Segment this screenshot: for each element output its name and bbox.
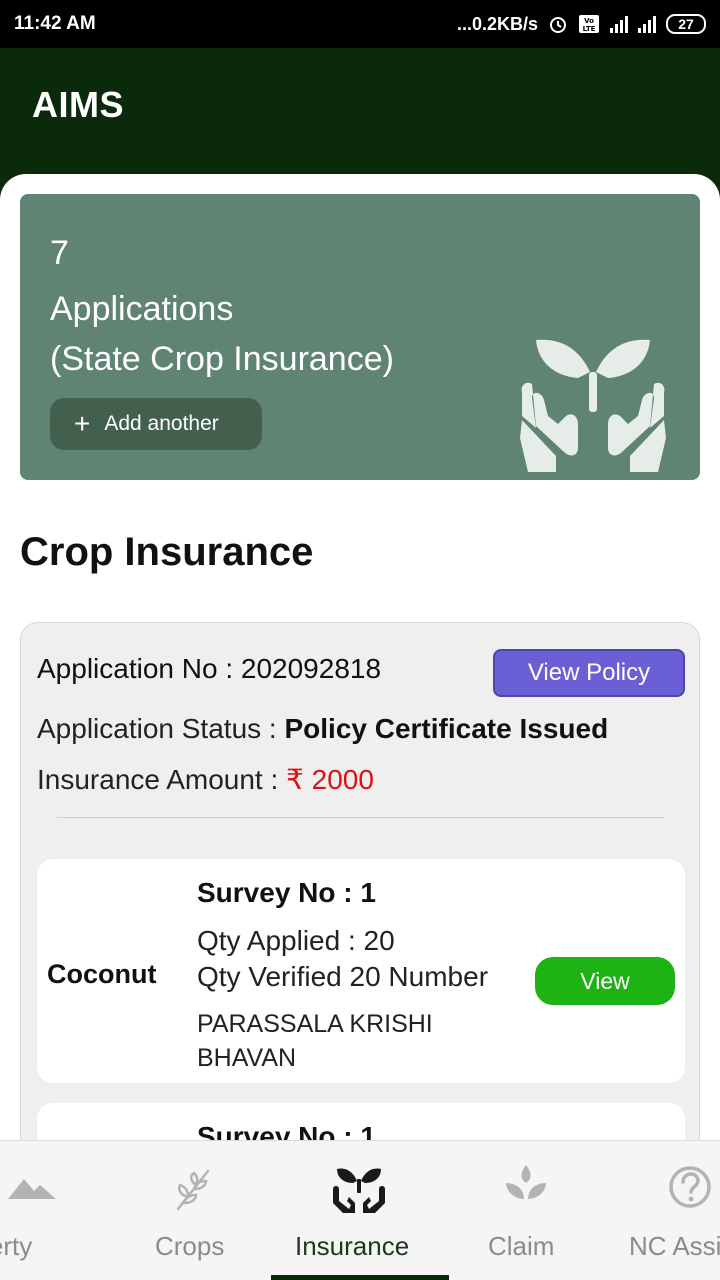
- volte-icon: Vo LTE: [578, 14, 600, 34]
- status-time: 11:42 AM: [14, 13, 96, 34]
- mountain-icon: [8, 1179, 56, 1199]
- insurance-amount: Insurance Amount : ₹ 2000: [37, 763, 374, 796]
- applications-title-line2: (State Crop Insurance): [50, 340, 394, 378]
- status-icons: ...0.2KB/s Vo LTE 27: [457, 14, 706, 35]
- add-another-label: Add another: [104, 412, 219, 435]
- qty-verified: Qty Verified 20 Number: [197, 961, 489, 992]
- alarm-icon: [548, 14, 568, 34]
- application-number: Application No : 202092818: [37, 653, 382, 684]
- insurance-amount-value: ₹ 2000: [286, 764, 374, 795]
- add-another-button[interactable]: + Add another: [50, 398, 262, 450]
- bottom-navigation: Property Crops Insurance: [0, 1140, 720, 1280]
- question-icon: [669, 1166, 711, 1208]
- nav-item-property[interactable]: Property: [0, 1141, 110, 1280]
- signal-icon: [638, 15, 656, 33]
- crop-card: Coconut Survey No : 1 Qty Applied : 20 Q…: [37, 859, 685, 1083]
- survey-number: Survey No : 1: [197, 1121, 376, 1140]
- active-tab-indicator: [271, 1275, 449, 1280]
- krishi-bhavan: PARASSALA KRISHI BHAVAN: [197, 1010, 433, 1072]
- app-bar: AIMS: [0, 48, 720, 178]
- status-bar: 11:42 AM ...0.2KB/s Vo LTE 27: [0, 0, 720, 48]
- nav-item-nc-assistance[interactable]: NC Assistance: [620, 1141, 720, 1280]
- applications-title: Applications (State Crop Insurance): [50, 284, 394, 384]
- battery-icon: 27: [666, 14, 706, 34]
- nav-label-nc-assistance: NC Assistance: [629, 1231, 720, 1261]
- leaf-drop-icon: [506, 1165, 546, 1199]
- hands-sprout-icon: [520, 339, 666, 472]
- svg-text:Vo: Vo: [584, 17, 594, 25]
- app-title: AIMS: [32, 84, 124, 125]
- svg-text:LTE: LTE: [583, 25, 596, 33]
- applications-summary-card: 7 Applications (State Crop Insurance) + …: [20, 194, 700, 480]
- view-button[interactable]: View: [535, 957, 675, 1005]
- divider: [57, 817, 665, 818]
- nav-label-crops: Crops: [155, 1231, 225, 1261]
- view-policy-button[interactable]: View Policy: [493, 649, 685, 697]
- plant-icon: [176, 1169, 210, 1211]
- content-sheet[interactable]: 7 Applications (State Crop Insurance) + …: [0, 174, 720, 1140]
- crop-name: Coconut: [47, 959, 157, 989]
- survey-number: Survey No : 1: [197, 877, 376, 908]
- nav-item-claim[interactable]: Claim: [472, 1141, 582, 1280]
- application-card: Application No : 202092818 View Policy A…: [20, 622, 700, 1140]
- hands-sprout-icon: [333, 1168, 385, 1213]
- section-title: Crop Insurance: [20, 530, 314, 574]
- application-status-label: Application Status :: [37, 713, 285, 744]
- application-status: Application Status : Policy Certificate …: [37, 713, 608, 745]
- nav-item-insurance[interactable]: Insurance: [271, 1141, 449, 1280]
- insurance-amount-label: Insurance Amount :: [37, 764, 287, 795]
- application-status-value: Policy Certificate Issued: [284, 713, 609, 744]
- plus-icon: +: [74, 408, 91, 439]
- nav-label-property: Property: [0, 1231, 33, 1261]
- qty-applied: Qty Applied : 20: [197, 925, 395, 956]
- signal-4g-icon: [610, 15, 628, 33]
- nav-item-crops[interactable]: Crops: [140, 1141, 250, 1280]
- applications-count: 7: [50, 234, 69, 272]
- applications-title-line1: Applications: [50, 290, 234, 328]
- nav-label-insurance: Insurance: [295, 1231, 410, 1261]
- network-speed: ...0.2KB/s: [456, 13, 538, 34]
- crop-card: Survey No : 1: [37, 1103, 685, 1140]
- nav-label-claim: Claim: [488, 1231, 555, 1261]
